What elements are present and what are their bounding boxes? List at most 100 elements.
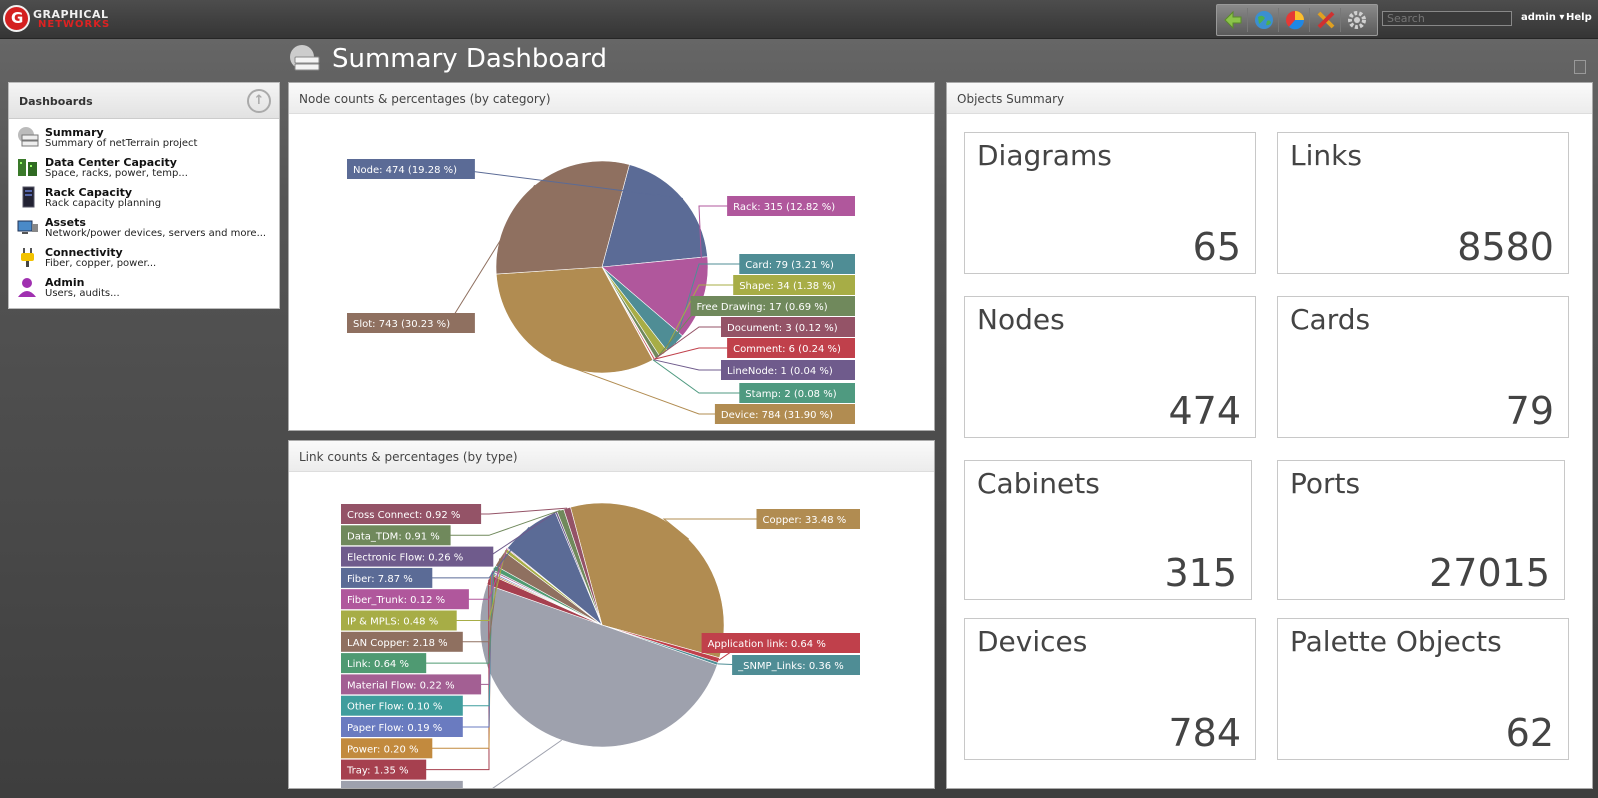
logo-icon[interactable]: G bbox=[3, 5, 30, 32]
card-value: 8580 bbox=[1457, 225, 1554, 269]
data-label-power: Power: 0.20 % bbox=[347, 744, 419, 755]
panel-header: Link counts & percentages (by type) bbox=[289, 441, 934, 472]
data-label-card: Card: 79 (3.21 %) bbox=[745, 260, 834, 271]
card-value: 784 bbox=[1168, 711, 1241, 755]
panel-title: Objects Summary bbox=[957, 92, 1065, 106]
card-value: 27015 bbox=[1429, 551, 1550, 595]
toolbar bbox=[1216, 4, 1378, 36]
sidebar-title: Dashboards bbox=[19, 95, 93, 108]
sidebar-item-desc: Users, audits... bbox=[45, 288, 120, 299]
card-label: Palette Objects bbox=[1290, 625, 1502, 658]
object-card-nodes[interactable]: Nodes 474 bbox=[964, 296, 1256, 438]
node-counts-panel: Node counts & percentages (by category) … bbox=[288, 82, 935, 431]
data-label-application-link: Application link: 0.64 % bbox=[708, 639, 826, 650]
sidebar-item-connectivity[interactable]: Connectivity Fiber, copper, power... bbox=[17, 243, 277, 273]
document-icon[interactable] bbox=[1574, 60, 1586, 74]
data-label-fiber-trunk: Fiber_Trunk: 0.12 % bbox=[347, 595, 445, 606]
gear-icon[interactable] bbox=[1343, 8, 1371, 32]
data-label-lan-copper: LAN Copper: 2.18 % bbox=[347, 638, 448, 649]
data-label-slot: Slot: 743 (30.23 %) bbox=[353, 319, 450, 330]
globe-icon[interactable] bbox=[1250, 8, 1279, 32]
data-label-snmp-links: _SNMP_Links: 0.36 % bbox=[737, 661, 844, 672]
card-label: Diagrams bbox=[977, 139, 1112, 172]
search-input[interactable] bbox=[1382, 11, 1512, 26]
card-value: 474 bbox=[1168, 389, 1241, 433]
sidebar-item-rack-capacity[interactable]: Rack Capacity Rack capacity planning bbox=[17, 183, 277, 213]
data-label-device: Device: 784 (31.90 %) bbox=[721, 410, 833, 421]
data-label-paper-flow: Paper Flow: 0.19 % bbox=[347, 723, 442, 734]
assets-icon bbox=[17, 220, 38, 234]
data-label-node: Node: 474 (19.28 %) bbox=[353, 165, 457, 176]
pie-chart-icon[interactable] bbox=[1281, 8, 1310, 32]
sidebar-item-admin[interactable]: Admin Users, audits... bbox=[17, 273, 277, 303]
card-value: 315 bbox=[1164, 551, 1237, 595]
data-label-tray: Tray: 1.35 % bbox=[346, 766, 409, 777]
card-label: Cabinets bbox=[977, 467, 1100, 500]
object-card-links[interactable]: Links 8580 bbox=[1277, 132, 1569, 274]
help-link[interactable]: Help bbox=[1566, 12, 1592, 23]
object-card-diagrams[interactable]: Diagrams 65 bbox=[964, 132, 1256, 274]
brand-subtitle: NETWORKS bbox=[38, 19, 111, 30]
object-card-cards[interactable]: Cards 79 bbox=[1277, 296, 1569, 438]
sidebar-header: Dashboards ↑ bbox=[9, 83, 279, 119]
card-value: 62 bbox=[1505, 711, 1554, 755]
back-arrow-icon[interactable] bbox=[1219, 8, 1248, 32]
sidebar-item-desc: Summary of netTerrain project bbox=[45, 138, 198, 149]
datacenter-icon bbox=[18, 159, 37, 176]
sidebar-item-data-center-capacity[interactable]: Data Center Capacity Space, racks, power… bbox=[17, 153, 277, 183]
data-label-link: Link: 0.64 % bbox=[347, 659, 409, 670]
user-name: admin bbox=[1521, 12, 1556, 23]
card-label: Cards bbox=[1290, 303, 1371, 336]
data-label-data-tdm: Data_TDM: 0.91 % bbox=[347, 531, 440, 542]
summary-icon bbox=[18, 127, 39, 147]
plug-icon bbox=[21, 248, 34, 267]
data-label-electronic-flow: Electronic Flow: 0.26 % bbox=[347, 553, 463, 564]
rack-icon bbox=[22, 186, 35, 208]
link-counts-panel: Link counts & percentages (by type) Copp… bbox=[288, 440, 935, 798]
data-label-cross-connect: Cross Connect: 0.92 % bbox=[347, 510, 460, 521]
sidebar-item-desc: Space, racks, power, temp... bbox=[45, 168, 188, 179]
link-counts-pie-chart: Copper: 33.48 % Application link: 0.64 % _… bbox=[341, 502, 860, 798]
summary-icon bbox=[287, 44, 321, 74]
data-label-document: Document: 3 (0.12 %) bbox=[727, 323, 838, 334]
user-menu[interactable]: admin ▾ bbox=[1521, 12, 1564, 23]
data-label-xconn-pwr: Xconn_pwr: 50.02 % bbox=[347, 787, 449, 788]
card-value: 79 bbox=[1505, 389, 1554, 433]
sidebar-item-desc: Rack capacity planning bbox=[45, 198, 162, 209]
data-label-material-flow: Material Flow: 0.22 % bbox=[347, 680, 455, 691]
data-label-other-flow: Other Flow: 0.10 % bbox=[347, 702, 442, 713]
tools-icon[interactable] bbox=[1312, 8, 1341, 32]
node-counts-pie-chart: Node: 474 (19.28 %) Rack: 315 (12.82 %) Ca… bbox=[347, 159, 855, 424]
data-label-shape: Shape: 34 (1.38 %) bbox=[739, 281, 836, 292]
sidebar-item-assets[interactable]: Assets Network/power devices, servers an… bbox=[17, 213, 277, 243]
dashboards-sidebar: Dashboards ↑ Summary Summary of netTerra… bbox=[8, 82, 280, 309]
card-label: Nodes bbox=[977, 303, 1065, 336]
data-label-copper: Copper: 33.48 % bbox=[763, 515, 847, 526]
card-label: Devices bbox=[977, 625, 1088, 658]
object-card-palette-objects[interactable]: Palette Objects 62 bbox=[1277, 618, 1569, 760]
card-label: Ports bbox=[1290, 467, 1361, 500]
panel-header: Node counts & percentages (by category) bbox=[289, 83, 934, 114]
sidebar-item-summary[interactable]: Summary Summary of netTerrain project bbox=[17, 123, 277, 153]
object-card-ports[interactable]: Ports 27015 bbox=[1277, 460, 1565, 600]
page-title: Summary Dashboard bbox=[332, 44, 607, 74]
collapse-up-icon[interactable]: ↑ bbox=[247, 89, 271, 113]
admin-icon bbox=[18, 278, 36, 297]
object-card-devices[interactable]: Devices 784 bbox=[964, 618, 1256, 760]
object-card-cabinets[interactable]: Cabinets 315 bbox=[964, 460, 1252, 600]
data-label-stamp: Stamp: 2 (0.08 %) bbox=[745, 389, 836, 400]
data-label-ip-mpls: IP & MPLS: 0.48 % bbox=[347, 617, 438, 628]
data-label-rack: Rack: 315 (12.82 %) bbox=[733, 202, 835, 213]
panel-title: Link counts & percentages (by type) bbox=[299, 450, 518, 464]
top-bar: G GRAPHICAL NETWORKS admin ▾ Help bbox=[0, 0, 1598, 39]
sidebar-item-desc: Fiber, copper, power... bbox=[45, 258, 157, 269]
data-label-comment: Comment: 6 (0.24 %) bbox=[733, 344, 841, 355]
logo-letter: G bbox=[11, 9, 24, 27]
data-label-linenode: LineNode: 1 (0.04 %) bbox=[727, 366, 833, 377]
data-label-free-drawing: Free Drawing: 17 (0.69 %) bbox=[697, 302, 828, 313]
panel-header: Objects Summary bbox=[947, 83, 1592, 114]
panel-title: Node counts & percentages (by category) bbox=[299, 92, 551, 106]
sidebar-item-desc: Network/power devices, servers and more.… bbox=[45, 228, 267, 239]
chevron-down-icon: ▾ bbox=[1559, 12, 1565, 23]
card-label: Links bbox=[1290, 139, 1362, 172]
